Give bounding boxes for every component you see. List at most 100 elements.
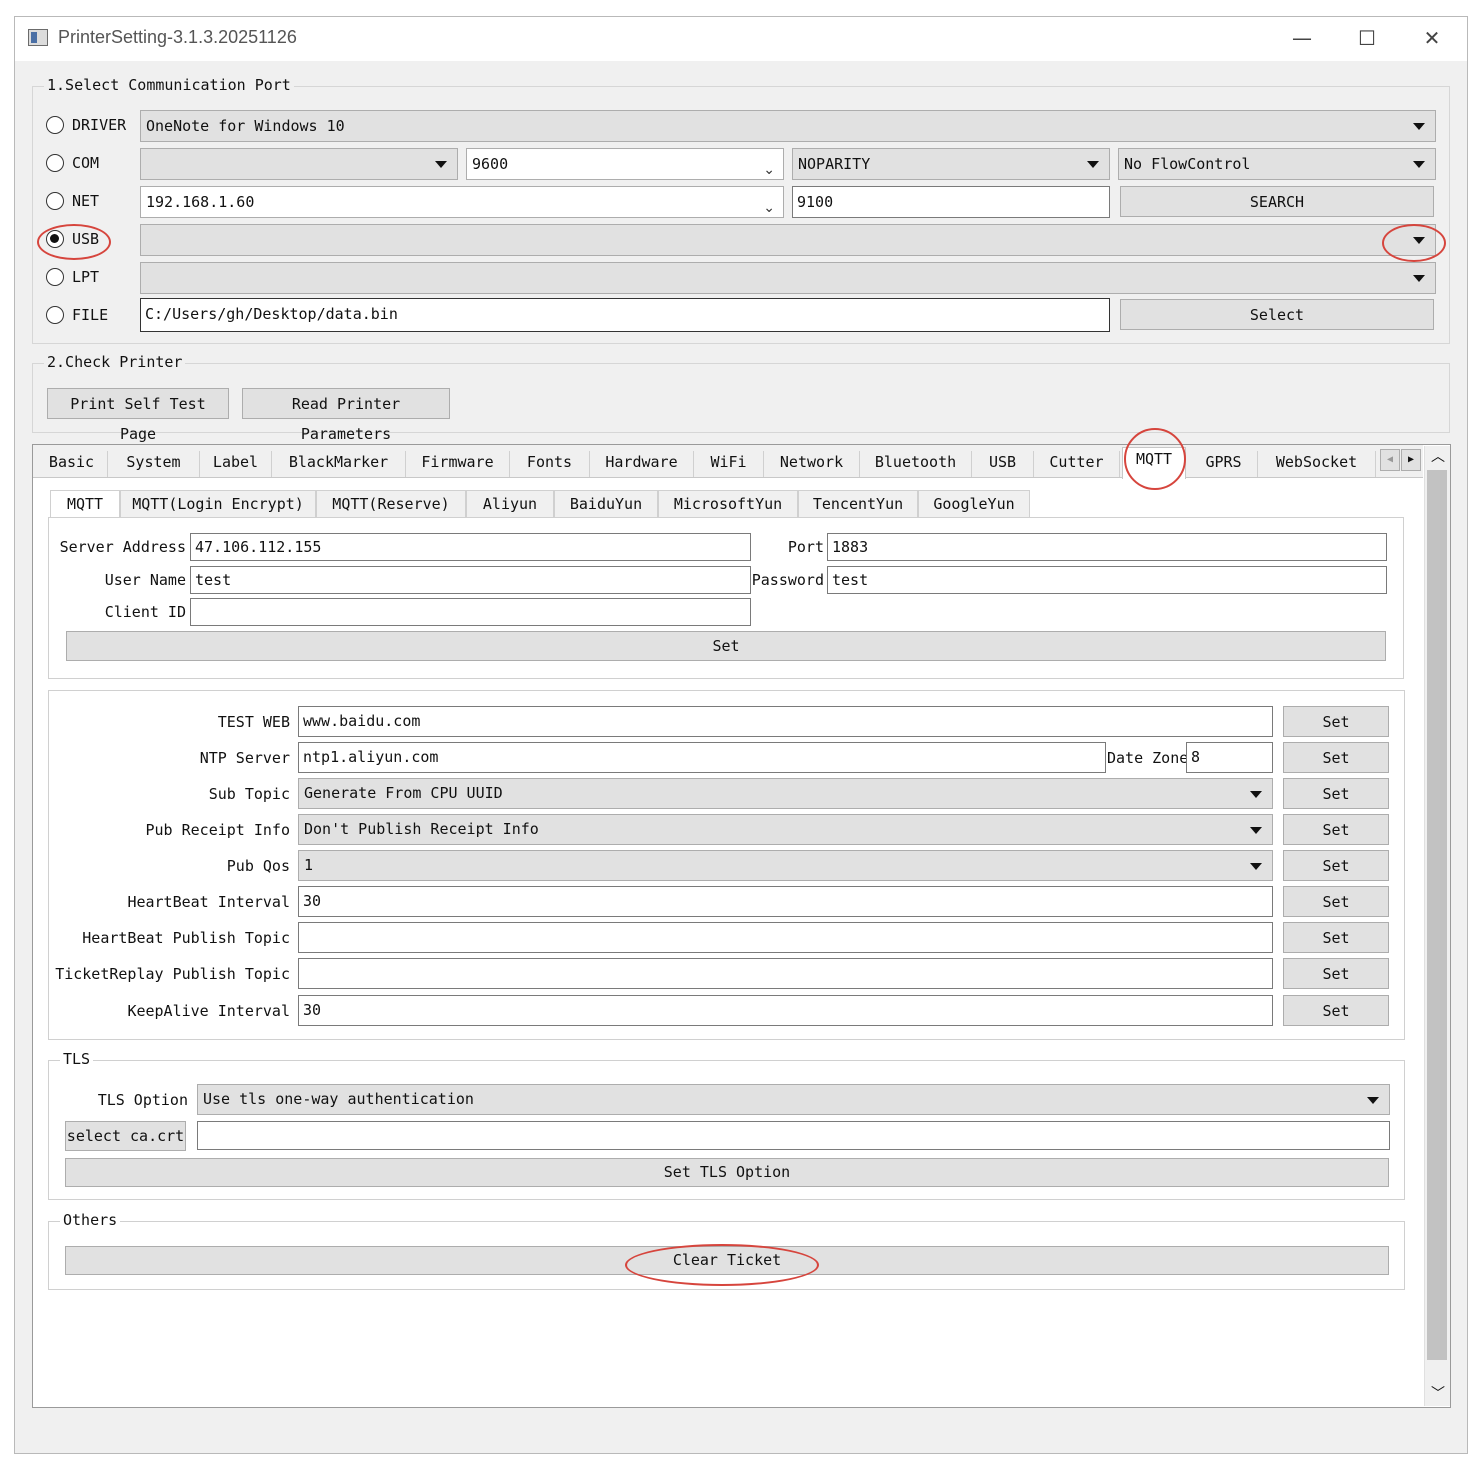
tab-blackmarker[interactable]: BlackMarker <box>272 451 406 477</box>
ip-address-combo[interactable]: 192.168.1.60 ⌄ <box>140 186 784 218</box>
others-legend: Others <box>60 1211 121 1229</box>
com-label: COM <box>72 154 100 172</box>
pub-receipt-set-button[interactable]: Set <box>1283 814 1389 845</box>
usb-dropdown-highlight-circle <box>1382 224 1446 262</box>
lpt-radio[interactable] <box>46 268 64 286</box>
com-radio[interactable] <box>46 154 64 172</box>
tab-wifi[interactable]: WiFi <box>694 451 764 477</box>
driver-radio[interactable] <box>46 116 64 134</box>
subtab-baiduyun[interactable]: BaiduYun <box>554 490 658 518</box>
ntp-server-input[interactable]: ntp1.aliyun.com <box>298 742 1106 773</box>
ticket-replay-topic-input[interactable] <box>298 958 1273 989</box>
tab-scroll-left-button[interactable]: ◀ <box>1380 449 1400 471</box>
tab-firmware[interactable]: Firmware <box>406 451 510 477</box>
tab-cutter[interactable]: Cutter <box>1034 451 1120 477</box>
sub-topic-select[interactable]: Generate From CPU UUID <box>298 778 1273 809</box>
tab-usb[interactable]: USB <box>972 451 1034 477</box>
tab-scroll-right-button[interactable]: ▶ <box>1401 449 1421 471</box>
dropdown-arrow-icon <box>435 161 447 168</box>
dropdown-arrow-icon <box>1250 791 1262 798</box>
flow-control-select[interactable]: No FlowControl <box>1118 148 1436 180</box>
lpt-select[interactable] <box>140 262 1436 294</box>
window-title: PrinterSetting-3.1.3.20251126 <box>58 27 297 47</box>
set-tls-option-button[interactable]: Set TLS Option <box>65 1158 1389 1187</box>
heartbeat-topic-input[interactable] <box>298 922 1273 953</box>
tab-websocket[interactable]: WebSocket <box>1258 451 1376 477</box>
heartbeat-interval-set-button[interactable]: Set <box>1283 886 1389 917</box>
net-label: NET <box>72 192 100 210</box>
tls-option-value: Use tls one-way authentication <box>203 1090 474 1108</box>
subtab-microsoftyun[interactable]: MicrosoftYun <box>658 490 798 518</box>
subtab-mqtt-reserve[interactable]: MQTT(Reserve) <box>316 490 466 518</box>
mqtt-set-button[interactable]: Set <box>66 631 1386 661</box>
tab-network[interactable]: Network <box>764 451 860 477</box>
usb-device-select[interactable] <box>140 224 1436 256</box>
server-address-input[interactable]: 47.106.112.155 <box>190 533 751 561</box>
password-label: Password <box>751 571 824 589</box>
test-web-label: TEST WEB <box>217 713 290 731</box>
tab-gprs[interactable]: GPRS <box>1190 451 1258 477</box>
test-web-input[interactable]: www.baidu.com <box>298 706 1273 737</box>
scroll-down-icon[interactable]: ﹀ <box>1428 1384 1448 1404</box>
date-zone-input[interactable]: 8 <box>1186 742 1273 773</box>
driver-label: DRIVER <box>72 116 127 134</box>
scrollbar-thumb[interactable] <box>1427 470 1447 1360</box>
tab-system[interactable]: System <box>108 451 200 477</box>
user-name-input[interactable]: test <box>190 566 751 594</box>
keepalive-interval-set-button[interactable]: Set <box>1283 995 1389 1026</box>
sub-topic-value: Generate From CPU UUID <box>304 784 503 802</box>
port-label: Port <box>787 538 824 556</box>
ca-path-input[interactable] <box>197 1121 1390 1150</box>
ticket-replay-topic-set-button[interactable]: Set <box>1283 958 1389 989</box>
pub-qos-set-button[interactable]: Set <box>1283 850 1389 881</box>
scroll-up-icon[interactable]: ︿ <box>1428 447 1448 467</box>
net-radio[interactable] <box>46 192 64 210</box>
select-ca-button[interactable]: select ca.crt <box>65 1121 186 1151</box>
file-path-input[interactable]: C:/Users/gh/Desktop/data.bin <box>140 298 1110 332</box>
heartbeat-topic-set-button[interactable]: Set <box>1283 922 1389 953</box>
usb-highlight-circle <box>37 224 111 260</box>
sub-topic-label: Sub Topic <box>208 785 290 803</box>
sub-topic-set-button[interactable]: Set <box>1283 778 1389 809</box>
file-select-button[interactable]: Select <box>1120 299 1434 330</box>
subtab-mqtt[interactable]: MQTT <box>50 490 120 518</box>
heartbeat-interval-input[interactable]: 30 <box>298 886 1273 917</box>
pub-qos-select[interactable]: 1 <box>298 850 1273 881</box>
minimize-button[interactable]: — <box>1280 22 1324 54</box>
client-id-input[interactable] <box>190 598 751 626</box>
maximize-button[interactable]: ☐ <box>1345 22 1389 54</box>
password-input[interactable]: test <box>827 566 1387 594</box>
tab-hardware[interactable]: Hardware <box>590 451 694 477</box>
server-address-label: Server Address <box>59 538 186 556</box>
baud-rate-select[interactable]: 9600 ⌄ <box>466 148 784 180</box>
print-self-test-button[interactable]: Print Self Test Page <box>47 388 229 443</box>
driver-select[interactable]: OneNote for Windows 10 <box>140 110 1436 142</box>
parity-select[interactable]: NOPARITY <box>792 148 1110 180</box>
dropdown-arrow-icon <box>1087 161 1099 168</box>
driver-select-value: OneNote for Windows 10 <box>146 117 345 135</box>
net-port-input[interactable]: 9100 <box>792 186 1110 218</box>
tls-option-select[interactable]: Use tls one-way authentication <box>197 1084 1390 1115</box>
search-button[interactable]: SEARCH <box>1120 186 1434 217</box>
subtab-tencentyun[interactable]: TencentYun <box>798 490 918 518</box>
subtab-aliyun[interactable]: Aliyun <box>466 490 554 518</box>
tab-bluetooth[interactable]: Bluetooth <box>860 451 972 477</box>
subtab-googleyun[interactable]: GoogleYun <box>918 490 1030 518</box>
tls-option-label: TLS Option <box>97 1091 188 1109</box>
tab-fonts[interactable]: Fonts <box>510 451 590 477</box>
close-button[interactable]: ✕ <box>1410 22 1454 54</box>
tab-basic[interactable]: Basic <box>36 451 108 477</box>
tab-label[interactable]: Label <box>200 451 272 477</box>
parity-value: NOPARITY <box>798 155 871 173</box>
pub-qos-label: Pub Qos <box>226 857 290 875</box>
file-radio[interactable] <box>46 306 64 324</box>
mqtt-port-input[interactable]: 1883 <box>827 533 1387 561</box>
subtab-mqtt-login-encrypt[interactable]: MQTT(Login Encrypt) <box>120 490 316 518</box>
check-printer-legend: 2.Check Printer <box>44 353 186 371</box>
com-port-select[interactable] <box>140 148 458 180</box>
ntp-set-button[interactable]: Set <box>1283 742 1389 773</box>
read-printer-params-button[interactable]: Read Printer Parameters <box>242 388 450 443</box>
test-web-set-button[interactable]: Set <box>1283 706 1389 737</box>
keepalive-interval-input[interactable]: 30 <box>298 995 1273 1026</box>
pub-receipt-select[interactable]: Don't Publish Receipt Info <box>298 814 1273 845</box>
